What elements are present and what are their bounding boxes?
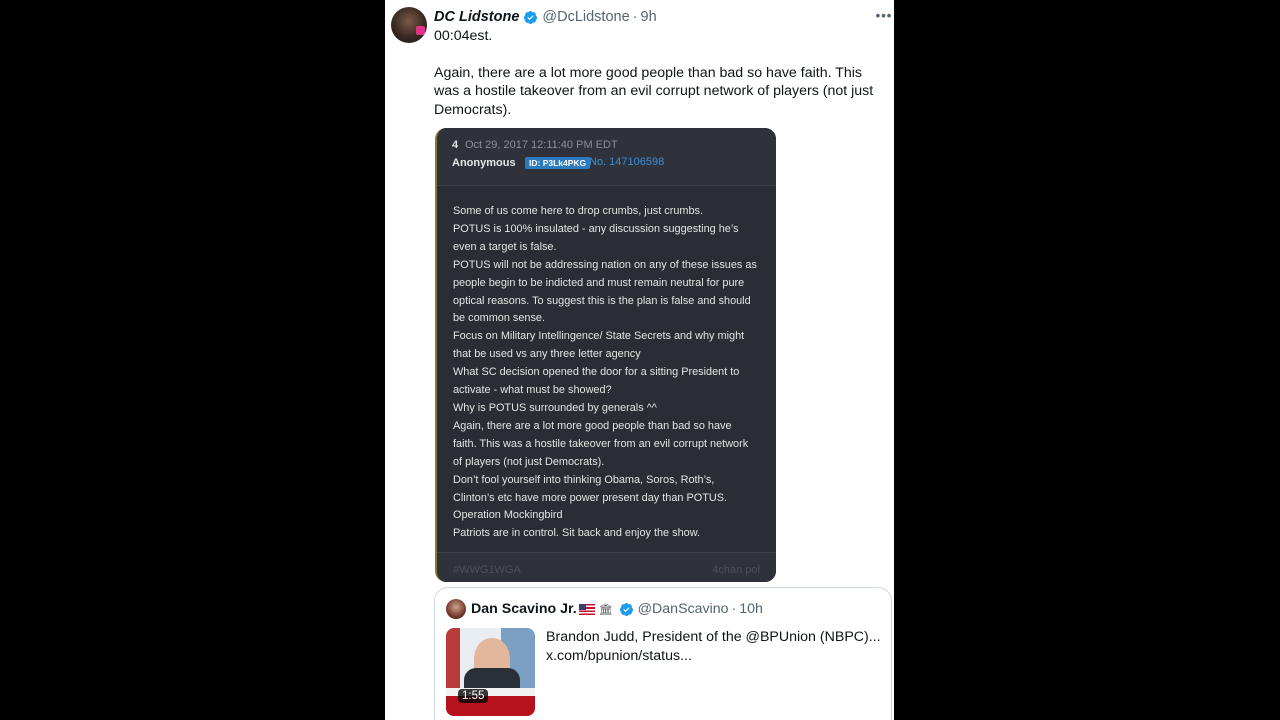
tweet-panel: DC Lidstone @DcLidstone · 9h ••• 00:04es… — [385, 0, 894, 720]
post-hashtag: #WWG1WGA — [453, 564, 521, 576]
tweet-header: DC Lidstone @DcLidstone · 9h — [434, 7, 657, 27]
handle[interactable]: @DcLidstone — [542, 9, 629, 25]
avatar[interactable] — [391, 7, 427, 43]
tweet-text: 00:04est. Again, there are a lot more go… — [434, 27, 889, 119]
post-line: people begin to be indicted and must rem… — [453, 276, 745, 289]
verified-badge-icon — [619, 602, 633, 616]
post-line: be common sense. — [453, 312, 546, 325]
quoted-avatar — [446, 599, 466, 619]
us-flag-icon — [578, 603, 595, 615]
quoted-link[interactable]: x.com/bpunion/status... — [546, 647, 886, 666]
tweet-text-line: 00:04est. — [434, 28, 493, 44]
quoted-display-name: Dan Scavino Jr. — [471, 601, 577, 617]
post-line: Some of us come here to drop crumbs, jus… — [453, 205, 703, 217]
post-line: Focus on Military Intellingence/ State S… — [453, 330, 745, 343]
quoted-text-line: Brandon Judd, President of the @BPUnion … — [546, 629, 881, 645]
post-line: that be used vs any three letter agency — [453, 348, 641, 361]
quoted-text: Brandon Judd, President of the @BPUnion … — [546, 628, 886, 665]
post-line: optical reasons. To suggest this is the … — [453, 294, 751, 307]
quoted-timestamp: 10h — [739, 601, 763, 617]
post-line: Why is POTUS surrounded by generals ^^ — [453, 401, 657, 414]
display-name[interactable]: DC Lidstone — [434, 9, 519, 25]
timestamp[interactable]: 9h — [641, 9, 657, 25]
quoted-header: Dan Scavino Jr. 🏛 @DanScavino · 10h — [471, 599, 763, 619]
post-line: POTUS will not be addressing nation on a… — [453, 258, 757, 271]
separator-dot: · — [632, 9, 638, 25]
post-line: of players (not just Democrats). — [453, 455, 605, 468]
tweet-text-line: Again, there are a lot more good people … — [434, 64, 874, 118]
post-line: Again, there are a lot more good people … — [453, 419, 732, 432]
post-line: Patriots are in control. Sit back and en… — [453, 527, 700, 540]
post-id-badge: ID: P3Lk4PKG — [525, 157, 591, 169]
post-footer: #WWG1WGA 4chan pol — [437, 552, 776, 582]
post-line: Operation Mockingbird — [453, 509, 563, 522]
post-number: 4 — [452, 139, 459, 151]
post-line: POTUS is 100% insulated - any discussion… — [453, 222, 739, 235]
white-house-icon: 🏛 — [598, 603, 613, 616]
post-body: Some of us come here to drop crumbs, jus… — [453, 203, 765, 543]
more-options-icon[interactable]: ••• — [874, 8, 894, 24]
post-header: 4 Oct 29, 2017 12:11:40 PM EDT Anonymous… — [437, 128, 776, 186]
post-source: 4chan pol — [712, 564, 760, 576]
post-number-link: No. 147106598 — [589, 156, 665, 168]
video-duration: 1:55 — [458, 689, 489, 703]
post-line: What SC decision opened the door for a s… — [453, 366, 740, 379]
post-line: Don’t fool yourself into thinking Obama,… — [453, 473, 715, 486]
post-line: activate - what must be showed? — [453, 384, 612, 397]
post-line: faith. This was a hostile takeover from … — [453, 437, 749, 450]
video-thumbnail[interactable]: 1:55 — [446, 628, 535, 716]
post-date: Oct 29, 2017 12:11:40 PM EDT — [465, 139, 618, 151]
post-line: Clinton’s etc have more power present da… — [453, 491, 728, 504]
avatar-badge — [416, 26, 425, 35]
post-line: even a target is false. — [453, 240, 557, 253]
quoted-handle: @DanScavino — [637, 601, 729, 617]
attached-image[interactable]: 4 Oct 29, 2017 12:11:40 PM EDT Anonymous… — [435, 128, 776, 582]
separator-dot: · — [731, 601, 737, 617]
verified-badge-icon — [524, 10, 538, 24]
post-author: Anonymous — [452, 157, 516, 169]
quoted-tweet[interactable]: Dan Scavino Jr. 🏛 @DanScavino · 10h 1:55… — [434, 587, 892, 720]
